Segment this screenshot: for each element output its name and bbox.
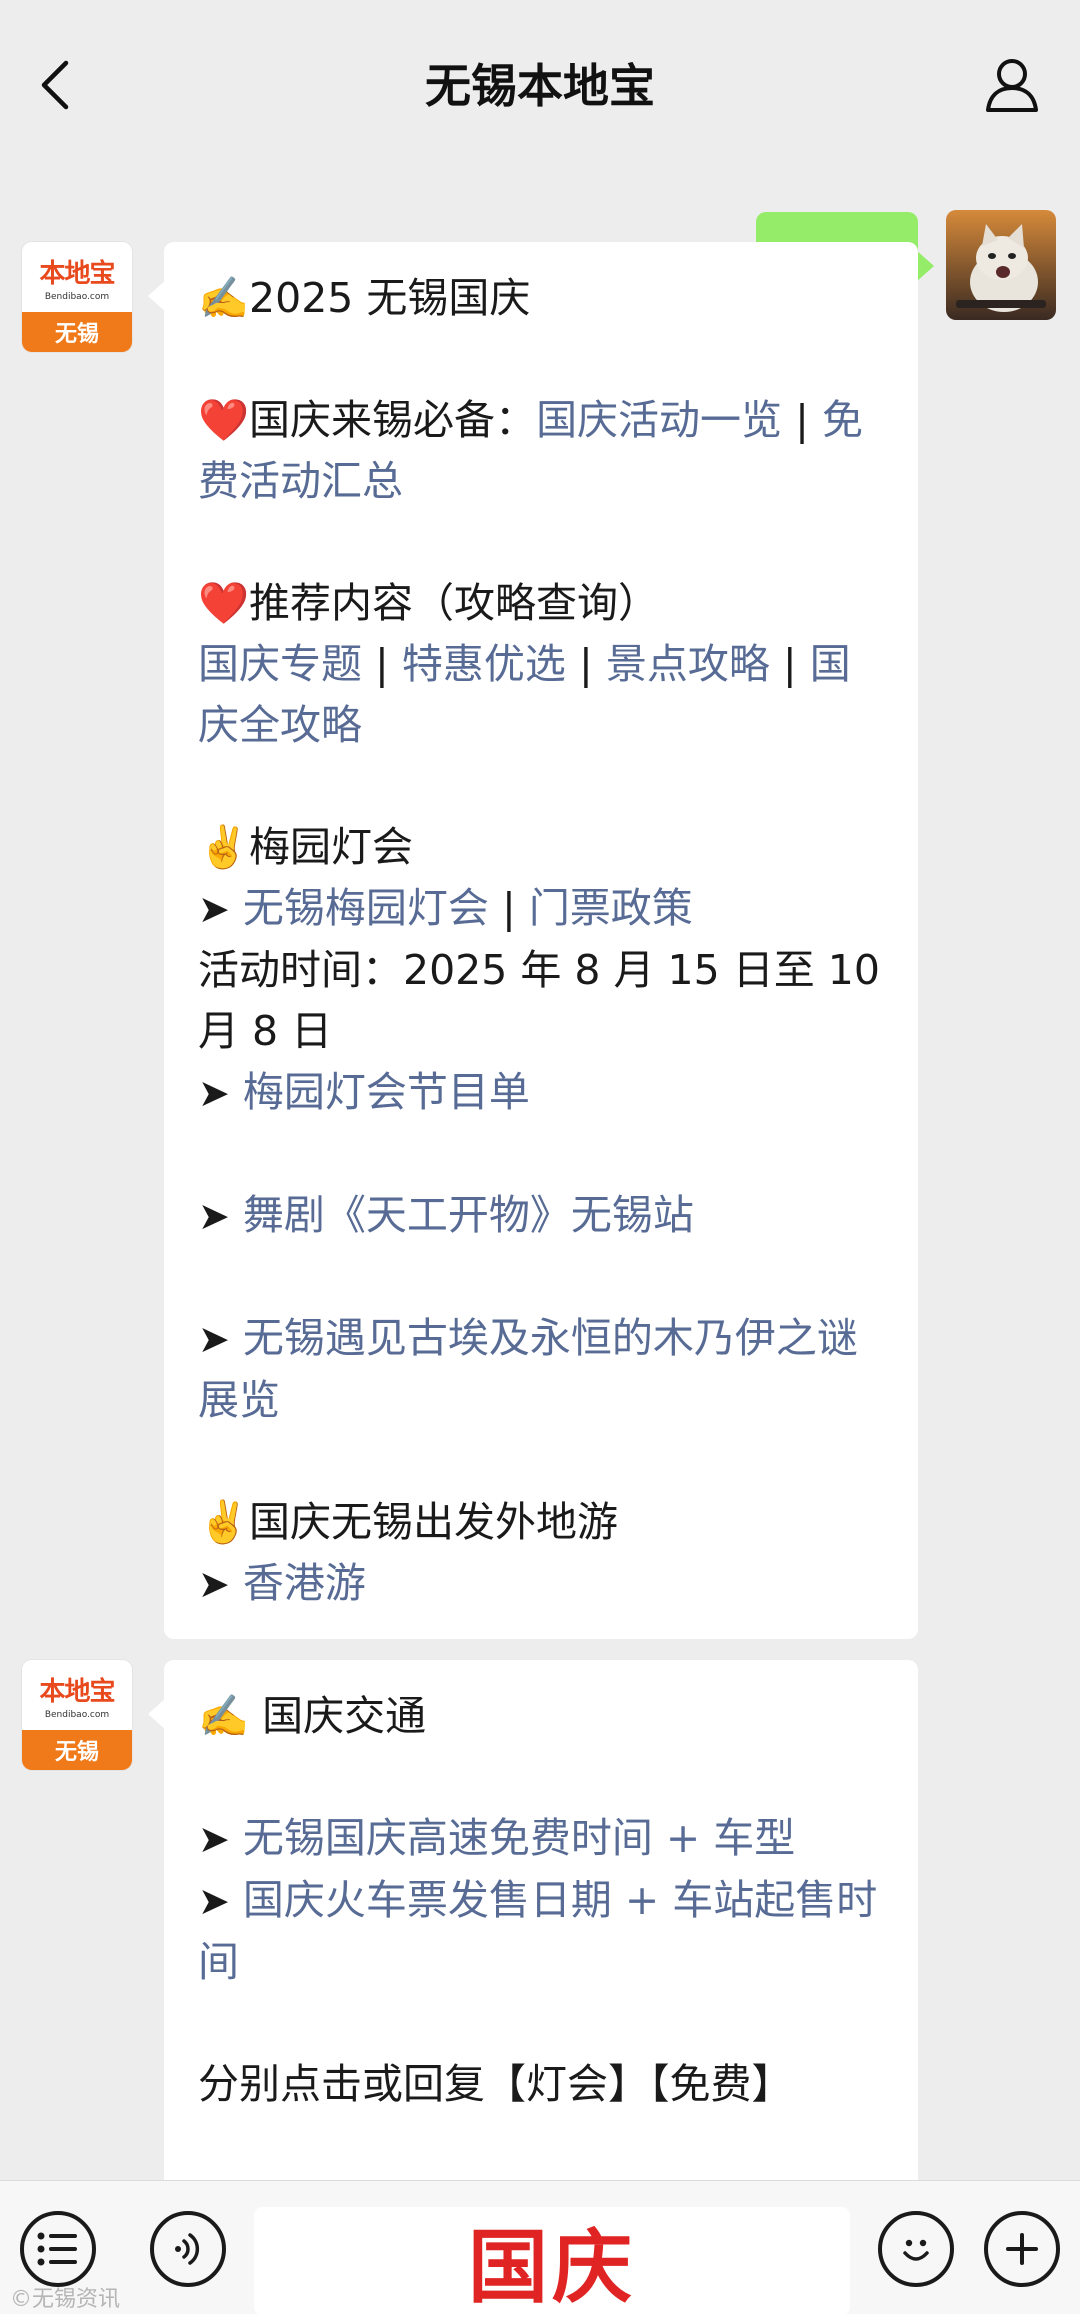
voice-button[interactable] — [150, 2211, 226, 2287]
cat-avatar-image — [946, 210, 1056, 320]
list-icon — [37, 2232, 77, 2266]
user-avatar[interactable] — [946, 210, 1056, 320]
link-ticket-policy[interactable]: 门票政策 — [529, 884, 693, 932]
voice-icon — [175, 2233, 200, 2265]
smiley-icon — [903, 2239, 929, 2261]
message-input[interactable]: 国庆 — [254, 2207, 850, 2314]
link-highway-free[interactable]: 无锡国庆高速免费时间 + 车型 — [243, 1814, 795, 1862]
person-icon — [986, 59, 1038, 112]
add-button[interactable] — [984, 2211, 1060, 2287]
bendibao-logo-text: 本地宝 — [39, 258, 115, 289]
chat-area[interactable]: 国庆 本地宝 Bendibao.com 无锡 — [0, 160, 1080, 2180]
menu-button[interactable] — [20, 2211, 96, 2287]
link-program-list[interactable]: 梅园灯会节目单 — [243, 1068, 530, 1116]
watermark: ©无锡资讯 — [10, 2287, 121, 2312]
nav-header: 无锡本地宝 — [0, 0, 1080, 160]
bot-message-bubble: ✍️2025 无锡国庆 ❤️国庆来锡必备：国庆活动一览 | 免费活动汇总 ❤️推… — [148, 242, 918, 1639]
bot-message-bubble: ✍️ 国庆交通 ➤ 无锡国庆高速免费时间 + 车型 ➤ 国庆火车票发售日期 + … — [148, 1660, 918, 2180]
emoji-button[interactable] — [878, 2211, 954, 2287]
input-toolbar: 国庆 ©无锡资讯 — [0, 2180, 1080, 2314]
plus-icon — [1006, 2233, 1038, 2265]
bendibao-logo-text: 本地宝 — [39, 1676, 115, 1707]
link-deals[interactable]: 特惠优选 — [402, 640, 566, 688]
page-title: 无锡本地宝 — [425, 59, 655, 113]
bot-avatar[interactable]: 本地宝 Bendibao.com 无锡 — [22, 1660, 132, 1770]
link-topic[interactable]: 国庆专题 — [198, 640, 362, 688]
link-egypt-exhibition[interactable]: 无锡遇见古埃及永恒的木乃伊之谜展览 — [198, 1314, 858, 1424]
link-dance-drama[interactable]: 舞剧《天工开物》无锡站 — [243, 1191, 694, 1239]
link-attractions[interactable]: 景点攻略 — [606, 640, 770, 688]
link-meiyuan-lantern[interactable]: 无锡梅园灯会 — [243, 884, 489, 932]
link-train-tickets[interactable]: 国庆火车票发售日期 + 车站起售时间 — [198, 1876, 877, 1986]
link-activities[interactable]: 国庆活动一览 — [536, 396, 782, 444]
link-hongkong-tour[interactable]: 香港游 — [243, 1559, 366, 1607]
bot-avatar[interactable]: 本地宝 Bendibao.com 无锡 — [22, 242, 132, 352]
profile-button[interactable] — [980, 52, 1044, 116]
